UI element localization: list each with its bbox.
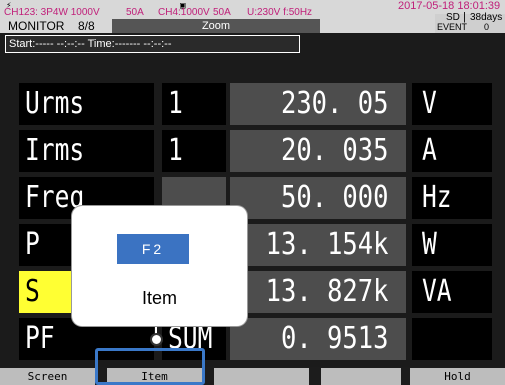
f5-hold-button[interactable]: Hold (410, 368, 505, 385)
measurement-row: Irms 1 20. 035 A (0, 130, 505, 172)
meter-screen: ⚡ ▣ CH123: 3P4W 1000V 50A CH4:1000V 50A … (0, 0, 505, 385)
channel-number: 1 (162, 130, 226, 172)
parameter-name: Urms (19, 83, 154, 125)
unit: VA (412, 271, 492, 313)
measured-value: 50. 000 (230, 177, 406, 219)
measured-value: 20. 035 (230, 130, 406, 172)
channel-number: 1 (162, 83, 226, 125)
unit: Hz (412, 177, 492, 219)
unit: A (412, 130, 492, 172)
callout-description: Item (141, 288, 177, 308)
callout-popup: F2 Item (72, 206, 247, 326)
status-header: ⚡ ▣ CH123: 3P4W 1000V 50A CH4:1000V 50A … (0, 0, 505, 33)
measured-value: 13. 827k (230, 271, 406, 313)
channel-current-1: 50A (126, 7, 144, 18)
channel-current-2: 50A (213, 7, 231, 18)
datetime: 2017-05-18 18:01:39 (398, 0, 501, 12)
event-count: 0 (484, 22, 490, 32)
recording-start-time: Start:----- --:--:-- Time:------- --:--:… (5, 35, 300, 53)
parameter-name: Irms (19, 130, 154, 172)
unit (412, 318, 492, 360)
f1-screen-button[interactable]: Screen (0, 368, 95, 385)
f3-button[interactable] (214, 368, 309, 385)
voltage-frequency: U:230V f:50Hz (247, 7, 313, 18)
callout-pin (150, 333, 163, 346)
mode-label: MONITOR (8, 19, 65, 33)
channel-config-1: CH123: 3P4W 1000V (4, 7, 100, 18)
f4-button[interactable] (321, 368, 401, 385)
measurement-row: Urms 1 230. 05 V (0, 83, 505, 125)
unit: W (412, 224, 492, 266)
tab-zoom[interactable]: Zoom (112, 19, 320, 33)
f2-key-badge: F2 (117, 234, 189, 264)
channel-config-2: CH4:1000V (158, 7, 210, 18)
measured-value: 0. 9513 (230, 318, 406, 360)
item-key-highlight (95, 348, 205, 385)
unit: V (412, 83, 492, 125)
measured-value: 13. 154k (230, 224, 406, 266)
measured-value: 230. 05 (230, 83, 406, 125)
page-indicator: 8/8 (78, 19, 95, 33)
event-label: EVENT (437, 22, 468, 32)
